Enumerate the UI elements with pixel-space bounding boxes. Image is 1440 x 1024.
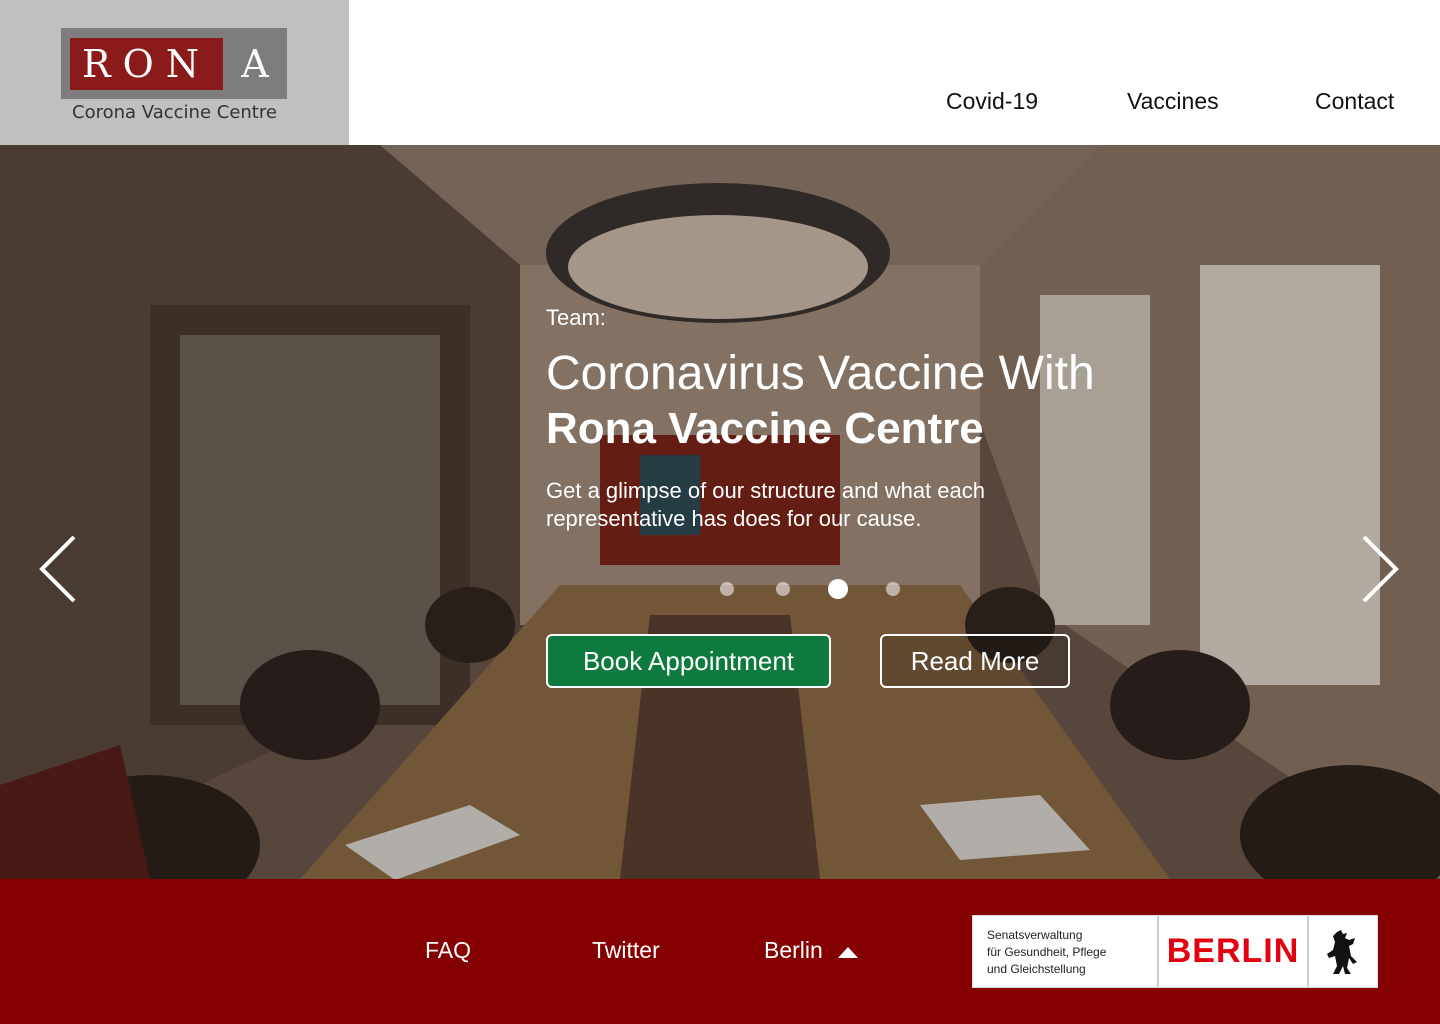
- chevron-right-icon[interactable]: [1358, 533, 1402, 605]
- logo-subtitle: Corona Vaccine Centre: [72, 102, 277, 123]
- nav-item-vaccines[interactable]: Vaccines: [1127, 88, 1219, 115]
- berlin-senate-text: Senatsverwaltung für Gesundheit, Pflege …: [987, 927, 1157, 978]
- carousel-dot-2[interactable]: [776, 582, 790, 596]
- hero-carousel: Team: Coronavirus Vaccine With Rona Vacc…: [0, 145, 1440, 879]
- logo-red-block: RON: [70, 38, 223, 90]
- logo-letter-plain: A: [241, 42, 269, 86]
- book-appointment-button[interactable]: Book Appointment: [546, 634, 831, 688]
- read-more-button[interactable]: Read More: [880, 634, 1070, 688]
- hero-headline-light: Coronavirus Vaccine With: [546, 347, 1095, 400]
- caret-up-icon[interactable]: [838, 947, 858, 958]
- nav-item-covid-19[interactable]: Covid-19: [946, 88, 1038, 115]
- hero-text: Team: Coronavirus Vaccine With Rona Vacc…: [546, 303, 1146, 533]
- chevron-left-icon[interactable]: [36, 533, 80, 605]
- logo[interactable]: RON A Corona Vaccine Centre: [0, 0, 349, 145]
- badge-text-line-2: für Gesundheit, Pflege: [987, 945, 1107, 959]
- hero-headline-bold: Rona Vaccine Centre: [546, 404, 984, 453]
- nav-item-contact[interactable]: Contact: [1315, 88, 1394, 115]
- badge-text-line-1: Senatsverwaltung: [987, 928, 1083, 942]
- carousel-dot-4[interactable]: [886, 582, 900, 596]
- hero-eyebrow: Team:: [546, 305, 606, 330]
- badge-text-line-3: und Gleichstellung: [987, 962, 1086, 976]
- footer-link-faq[interactable]: FAQ: [425, 937, 471, 964]
- site-header: RON A Corona Vaccine Centre Covid-19 Vac…: [0, 0, 1440, 145]
- badge-city: BERLIN: [1166, 932, 1300, 970]
- logo-letters-boxed: RON: [81, 42, 211, 86]
- logo-mark: RON A: [61, 28, 287, 99]
- footer-link-berlin[interactable]: Berlin: [764, 937, 823, 964]
- berlin-senate-logo[interactable]: Senatsverwaltung für Gesundheit, Pflege …: [972, 915, 1378, 988]
- berlin-bear-icon: [1327, 930, 1357, 974]
- site-footer: FAQ Twitter Berlin Senatsverwaltung für …: [0, 879, 1440, 1024]
- hero-description: Get a glimpse of our structure and what …: [546, 478, 986, 531]
- badge-divider-2: [1307, 916, 1309, 987]
- footer-link-twitter[interactable]: Twitter: [592, 937, 660, 964]
- carousel-dot-1[interactable]: [720, 582, 734, 596]
- carousel-dot-3-active[interactable]: [828, 579, 848, 599]
